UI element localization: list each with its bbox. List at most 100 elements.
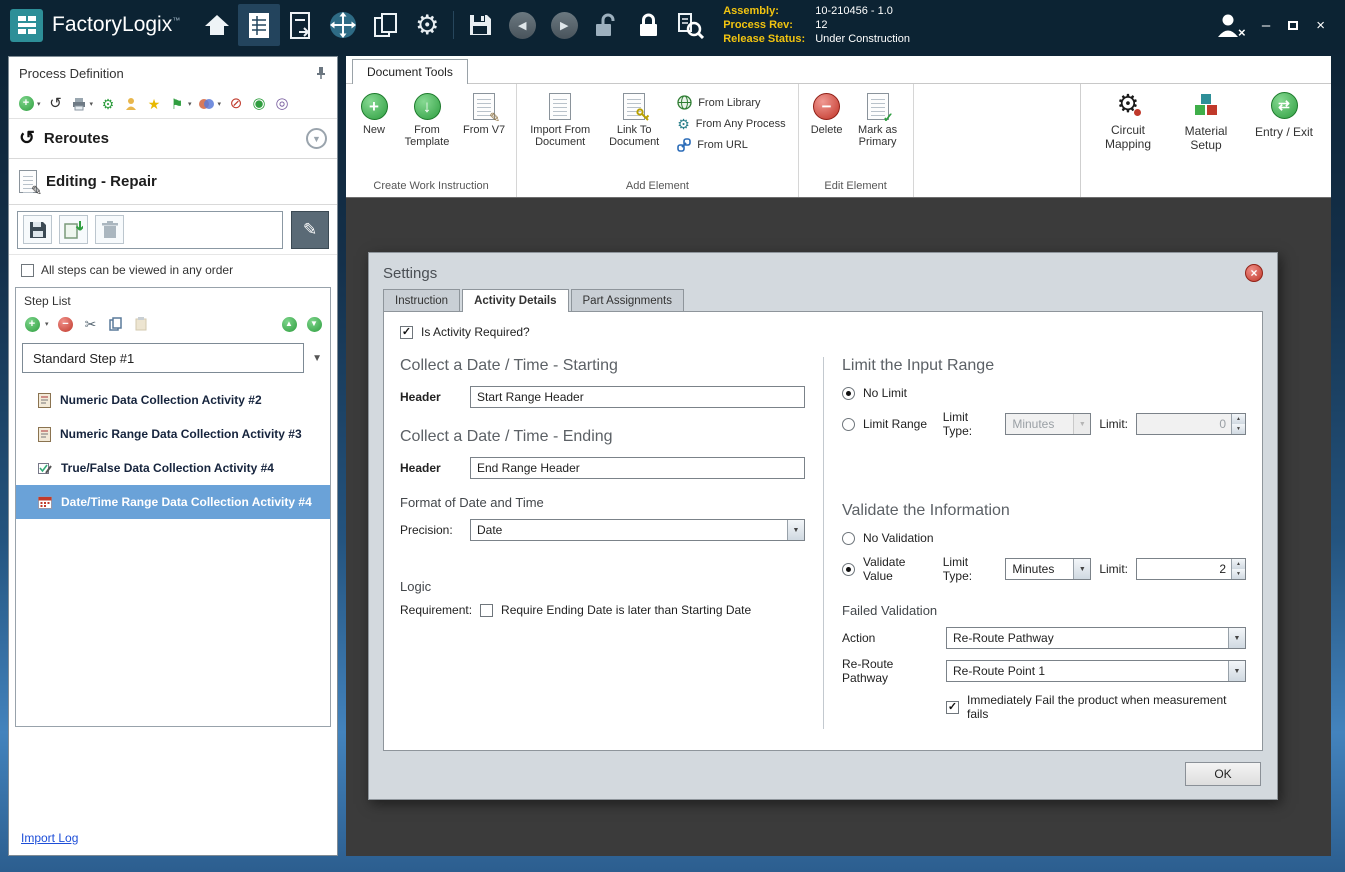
view-order-row[interactable]: All steps can be viewed in any order xyxy=(9,255,337,285)
step-list-toolbar: + ▾ − ✂ ▲ ▼ xyxy=(16,311,330,337)
add-process-icon[interactable]: + xyxy=(18,95,34,112)
save-button[interactable] xyxy=(459,4,501,46)
collapse-all-icon[interactable]: ▲ xyxy=(281,316,297,333)
tab-instruction[interactable]: Instruction xyxy=(383,289,460,311)
info-icon[interactable]: ◎ xyxy=(274,95,290,112)
spin-up-icon[interactable]: ▲ xyxy=(1232,559,1245,569)
end-header-label: Header xyxy=(400,461,462,475)
process-toolbar: +▾ ↺ ▾ ⚙ ★ ⚑▾ ▾ ⊘ ◉ ◎ xyxy=(9,89,337,119)
block-icon[interactable]: ⊘ xyxy=(228,95,244,112)
reroutes-expand-icon[interactable]: ▼ xyxy=(306,128,327,149)
paste-icon[interactable] xyxy=(133,316,149,333)
limit-type-select[interactable]: Minutes ▼ xyxy=(1005,413,1091,435)
flag-caret-icon[interactable]: ▾ xyxy=(188,100,192,108)
import-instruction-button[interactable] xyxy=(59,215,88,244)
dialog-close-button[interactable]: × xyxy=(1245,264,1263,282)
limit-range-radio[interactable] xyxy=(842,418,855,431)
add-process-caret-icon[interactable]: ▾ xyxy=(37,100,41,108)
import-log-link[interactable]: Import Log xyxy=(9,821,90,855)
validate-limit-type-select[interactable]: Minutes ▼ xyxy=(1005,558,1091,580)
module-icon[interactable]: ⚙ xyxy=(100,95,116,112)
step-list-item[interactable]: Numeric Range Data Collection Activity #… xyxy=(16,417,330,451)
palette-icon[interactable] xyxy=(199,95,215,112)
tab-part-assignments[interactable]: Part Assignments xyxy=(571,289,684,311)
activate-icon[interactable]: ◉ xyxy=(251,95,267,112)
from-v7-button[interactable]: ✎ From V7 xyxy=(458,90,510,139)
documents-button[interactable] xyxy=(364,4,406,46)
print-caret-icon[interactable]: ▾ xyxy=(90,100,94,108)
unlock-button[interactable] xyxy=(585,4,627,46)
close-button[interactable]: × xyxy=(1316,17,1325,34)
mark-as-primary-button[interactable]: ✓ Mark as Primary xyxy=(849,90,907,151)
document-tools-tab[interactable]: Document Tools xyxy=(352,59,468,84)
no-limit-radio[interactable] xyxy=(842,387,855,400)
star-icon[interactable]: ★ xyxy=(146,95,162,112)
reroute-pathway-select[interactable]: Re-Route Point 1 ▼ xyxy=(946,660,1246,682)
step-list-item[interactable]: Numeric Data Collection Activity #2 xyxy=(16,383,330,417)
action-select[interactable]: Re-Route Pathway ▼ xyxy=(946,627,1246,649)
logout-user-button[interactable]: × xyxy=(1210,4,1252,46)
step-list-item[interactable]: True/False Data Collection Activity #4 xyxy=(16,451,330,485)
link-to-document-button[interactable]: Link To Document xyxy=(597,90,671,151)
delete-element-button[interactable]: − Delete xyxy=(805,90,849,139)
view-order-checkbox[interactable] xyxy=(21,264,34,277)
requirement-checkbox[interactable] xyxy=(480,604,493,617)
delete-instruction-button[interactable] xyxy=(95,215,124,244)
copy-icon[interactable] xyxy=(108,316,124,333)
precision-select[interactable]: Date ▼ xyxy=(470,519,805,541)
validate-value-radio[interactable] xyxy=(842,563,855,576)
circuit-mapping-button[interactable]: ⚙ Circuit Mapping xyxy=(1095,92,1161,151)
lock-button[interactable] xyxy=(627,4,669,46)
from-library-label: From Library xyxy=(698,97,760,109)
from-url-button[interactable]: From URL xyxy=(677,136,785,153)
process-document-button[interactable] xyxy=(280,4,322,46)
work-instructions-button[interactable] xyxy=(238,4,280,46)
flag-icon[interactable]: ⚑ xyxy=(169,95,185,112)
edit-instruction-button[interactable]: ✎ xyxy=(291,211,329,249)
no-validation-radio[interactable] xyxy=(842,532,855,545)
editing-section[interactable]: ✎ Editing - Repair xyxy=(9,159,337,205)
step-list-item-selected[interactable]: Date/Time Range Data Collection Activity… xyxy=(16,485,330,519)
save-instruction-button[interactable] xyxy=(23,215,52,244)
maximize-button[interactable] xyxy=(1288,17,1298,34)
spin-down-icon[interactable]: ▼ xyxy=(1232,424,1245,434)
chevron-down-icon[interactable]: ▼ xyxy=(312,353,322,364)
end-header-input[interactable]: End Range Header xyxy=(470,457,805,479)
cut-icon[interactable]: ✂ xyxy=(83,316,99,333)
add-step-icon[interactable]: + xyxy=(24,316,40,333)
palette-caret-icon[interactable]: ▾ xyxy=(218,100,222,108)
navigator-button[interactable] xyxy=(322,4,364,46)
from-library-button[interactable]: From Library xyxy=(677,94,785,111)
entry-exit-button[interactable]: ⇄ Entry / Exit xyxy=(1251,92,1317,139)
print-icon[interactable] xyxy=(71,95,87,112)
step-selector[interactable]: Standard Step #1 xyxy=(22,343,304,373)
tab-activity-details[interactable]: Activity Details xyxy=(462,289,568,311)
add-group-label: Add Element xyxy=(519,176,795,197)
immediate-fail-checkbox[interactable] xyxy=(946,701,959,714)
material-setup-button[interactable]: Material Setup xyxy=(1173,92,1239,152)
from-any-process-button[interactable]: ⚙ From Any Process xyxy=(677,115,785,132)
forward-button[interactable]: ▶ xyxy=(543,4,585,46)
spin-up-icon[interactable]: ▲ xyxy=(1232,414,1245,424)
reroutes-section[interactable]: ↺ Reroutes ▼ xyxy=(9,119,337,159)
validate-limit-spinner[interactable]: 2 ▲▼ xyxy=(1136,558,1246,580)
expand-all-icon[interactable]: ▼ xyxy=(306,316,322,333)
home-button[interactable] xyxy=(196,4,238,46)
start-header-input[interactable]: Start Range Header xyxy=(470,386,805,408)
reroute-setup-icon[interactable]: ↺ xyxy=(48,95,64,112)
import-from-document-button[interactable]: Import From Document xyxy=(523,90,597,151)
activity-required-checkbox[interactable] xyxy=(400,326,413,339)
new-button[interactable]: + New xyxy=(352,90,396,139)
pin-icon[interactable] xyxy=(315,66,327,80)
spin-down-icon[interactable]: ▼ xyxy=(1232,569,1245,579)
limit-spinner[interactable]: 0 ▲▼ xyxy=(1136,413,1246,435)
from-template-button[interactable]: ↓ From Template xyxy=(396,90,458,151)
back-button[interactable]: ◀ xyxy=(501,4,543,46)
ok-button[interactable]: OK xyxy=(1185,762,1261,786)
minimize-button[interactable]: – xyxy=(1262,17,1270,34)
add-step-caret-icon[interactable]: ▾ xyxy=(45,320,49,328)
document-audit-button[interactable] xyxy=(669,4,711,46)
settings-button[interactable]: ⚙ xyxy=(406,4,448,46)
user-icon[interactable] xyxy=(123,95,139,112)
remove-step-icon[interactable]: − xyxy=(58,316,74,333)
